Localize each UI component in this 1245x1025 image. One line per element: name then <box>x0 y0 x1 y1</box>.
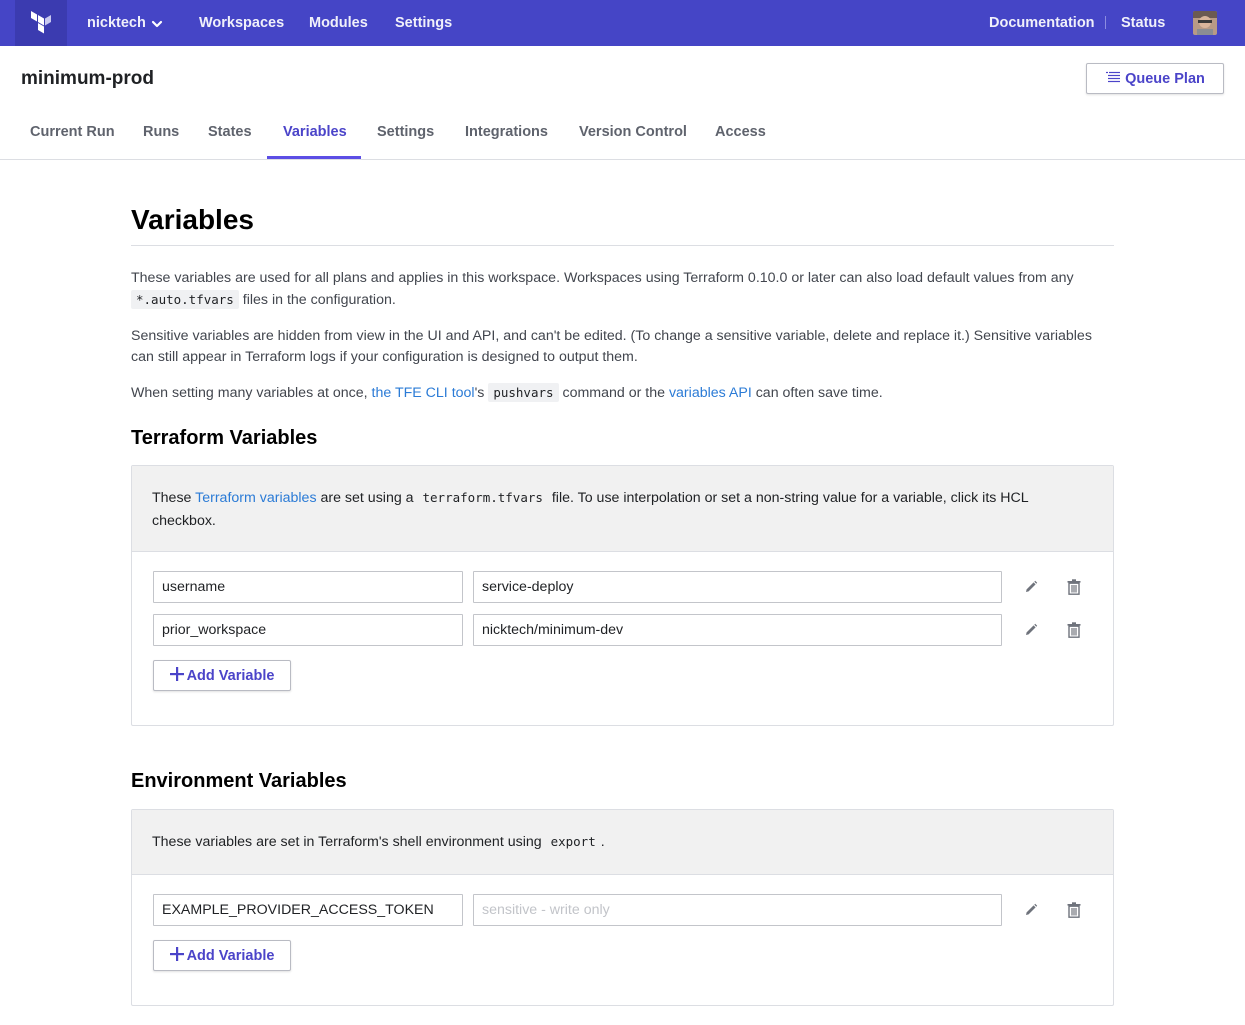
add-environment-variable-button[interactable]: Add Variable <box>153 940 291 971</box>
tf-note-mid: are set using a <box>316 490 418 506</box>
tfe-cli-link[interactable]: the TFE CLI tool <box>372 385 475 401</box>
tab-states[interactable]: States <box>208 124 252 140</box>
terraform-variables-panel: These Terraform variables are set using … <box>131 465 1114 726</box>
intro-paragraph-1: These variables are used for all plans a… <box>131 268 1111 311</box>
tab-settings[interactable]: Settings <box>377 124 434 140</box>
intro-3-mid2: command or the <box>558 385 669 401</box>
environment-variables-note: These variables are set in Terraform's s… <box>132 810 1113 875</box>
queue-plan-label: Queue Plan <box>1125 70 1205 87</box>
environment-variables-title: Environment Variables <box>131 770 347 792</box>
intro-1-text: These variables are used for all plans a… <box>131 270 1074 286</box>
tab-version-control[interactable]: Version Control <box>579 124 687 140</box>
tab-runs[interactable]: Runs <box>143 124 179 140</box>
tab-integrations[interactable]: Integrations <box>465 124 548 140</box>
terraform-variables-link[interactable]: Terraform variables <box>195 490 316 506</box>
tab-variables[interactable]: Variables <box>283 124 347 140</box>
nav-modules[interactable]: Modules <box>309 14 368 32</box>
tf-note-pre: These <box>152 490 196 506</box>
pencil-icon[interactable] <box>1023 622 1039 638</box>
variable-row <box>153 894 1103 926</box>
pushvars-code: pushvars <box>488 383 559 402</box>
tab-current-run[interactable]: Current Run <box>30 124 115 140</box>
intro-3-mid1: 's <box>474 385 489 401</box>
intro-1-tail: files in the configuration. <box>238 292 396 308</box>
nav-documentation[interactable]: Documentation <box>989 14 1095 32</box>
trash-icon[interactable] <box>1066 902 1082 918</box>
intro-paragraph-2: Sensitive variables are hidden from view… <box>131 328 1092 365</box>
env-note-tail: . <box>600 834 605 850</box>
chevron-down-icon[interactable] <box>151 16 163 34</box>
terraform-variables-title: Terraform Variables <box>131 427 318 449</box>
intro-3-pre: When setting many variables at once, <box>131 385 372 401</box>
plus-icon <box>169 946 184 965</box>
queue-plan-button[interactable]: Queue Plan <box>1086 63 1224 94</box>
nav-divider <box>1105 16 1106 29</box>
pencil-icon[interactable] <box>1023 579 1039 595</box>
variable-row <box>153 614 1103 646</box>
terraform-tfvars-code: terraform.tfvars <box>422 490 543 505</box>
trash-icon[interactable] <box>1066 622 1082 638</box>
active-tab-indicator <box>267 156 361 159</box>
list-icon <box>1105 71 1121 87</box>
variable-row <box>153 571 1103 603</box>
top-navbar: nicktech Workspaces Modules Settings Doc… <box>0 0 1245 46</box>
variable-key-input[interactable] <box>153 614 463 646</box>
nav-status[interactable]: Status <box>1121 14 1165 32</box>
environment-variables-panel: These variables are set in Terraform's s… <box>131 809 1114 1006</box>
trash-icon[interactable] <box>1066 579 1082 595</box>
terraform-variables-note: These Terraform variables are set using … <box>132 466 1113 552</box>
intro-3-tail: can often save time. <box>751 385 883 401</box>
add-terraform-variable-button[interactable]: Add Variable <box>153 660 291 691</box>
intro-paragraph-3: When setting many variables at once, the… <box>131 382 1111 404</box>
variables-api-link[interactable]: variables API <box>669 385 752 401</box>
workspace-title: minimum-prod <box>21 68 154 89</box>
env-note-pre: These variables are set in Terraform's s… <box>152 834 546 850</box>
nav-settings[interactable]: Settings <box>395 14 452 32</box>
tab-access[interactable]: Access <box>715 124 766 140</box>
pencil-icon[interactable] <box>1023 902 1039 918</box>
workspace-tabs: Current Run Runs States Variables Settin… <box>0 118 1245 160</box>
add-variable-label: Add Variable <box>186 947 275 964</box>
export-code: export <box>550 834 596 849</box>
heading-divider <box>131 245 1114 246</box>
variable-value-input[interactable] <box>473 614 1002 646</box>
plus-icon <box>169 666 184 685</box>
add-variable-label: Add Variable <box>186 667 275 684</box>
page-title: Variables <box>131 204 254 235</box>
auto-tfvars-code: *.auto.tfvars <box>131 290 239 309</box>
variable-value-input[interactable] <box>473 571 1002 603</box>
user-avatar[interactable] <box>1193 11 1217 35</box>
variable-key-input[interactable] <box>153 894 463 926</box>
org-switcher[interactable]: nicktech <box>87 14 146 32</box>
nav-workspaces[interactable]: Workspaces <box>199 14 284 32</box>
terraform-logo-icon[interactable] <box>15 0 67 46</box>
sensitive-value-input[interactable] <box>473 894 1002 926</box>
variable-key-input[interactable] <box>153 571 463 603</box>
